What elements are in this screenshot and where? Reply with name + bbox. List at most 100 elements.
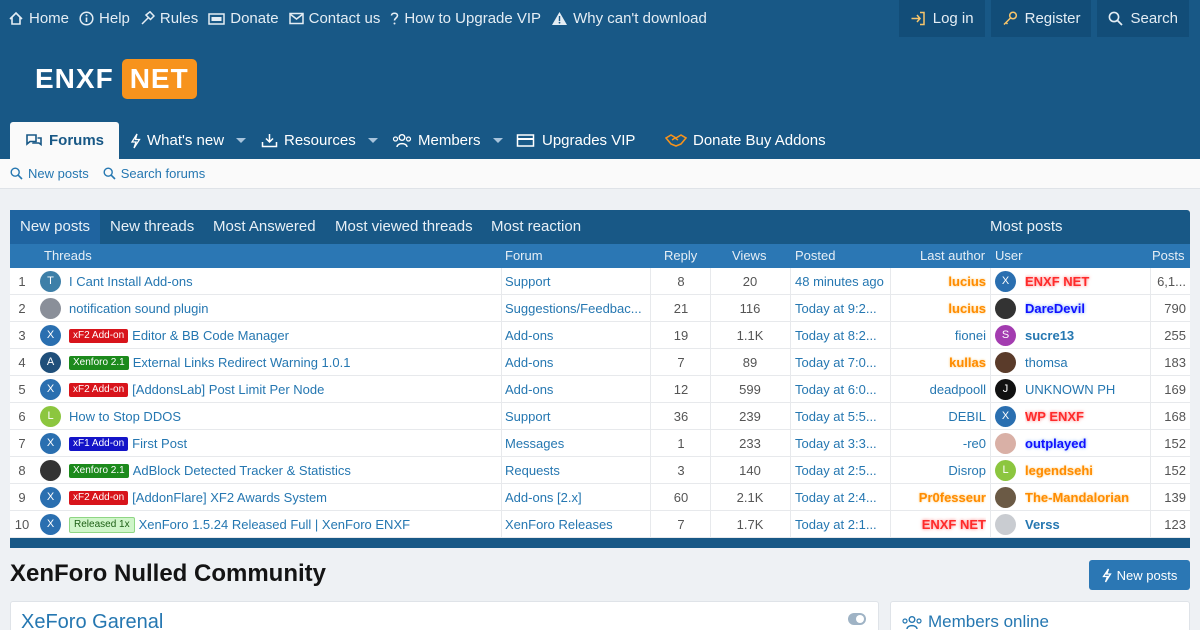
nav-tab-whats-new[interactable]: What's new [130, 122, 247, 159]
user-avatar-letter[interactable]: L [995, 460, 1016, 481]
nav-tab-upgrades-vip[interactable]: Upgrades VIP [516, 122, 635, 159]
collapse-toggle-icon[interactable] [848, 613, 866, 625]
search-button[interactable]: Search [1097, 0, 1189, 37]
user-avatar-xf-logo[interactable]: X [995, 271, 1016, 292]
forum-link[interactable]: Support [505, 403, 645, 430]
tab-new-posts[interactable]: New posts [10, 210, 101, 244]
subnav-search-forums[interactable]: Search forums [103, 166, 205, 181]
forum-link[interactable]: Messages [505, 430, 645, 457]
forum-link[interactable]: Requests [505, 457, 645, 484]
user-link[interactable]: thomsa [1025, 349, 1155, 376]
tab-most-posts[interactable]: Most posts [990, 210, 1063, 244]
thread-avatar-xf-logo[interactable]: X [40, 433, 61, 454]
topbar-why-cant-download-link[interactable]: Why can't download [551, 10, 707, 27]
posted-time[interactable]: Today at 6:0... [795, 376, 887, 403]
user-link[interactable]: DareDevil [1025, 295, 1155, 322]
forum-link[interactable]: Add-ons [2.x] [505, 484, 645, 511]
register-button[interactable]: Register [990, 0, 1092, 37]
thread-avatar-photo[interactable] [40, 298, 61, 319]
user-avatar-photo[interactable] [995, 298, 1016, 319]
user-avatar-photo[interactable] [995, 514, 1016, 535]
user-link[interactable]: sucre13 [1025, 322, 1155, 349]
forum-link[interactable]: XenForo Releases [505, 511, 645, 538]
thread-avatar-xf-logo[interactable]: X [40, 487, 61, 508]
posted-time[interactable]: Today at 9:2... [795, 295, 887, 322]
thread-avatar[interactable]: A [40, 352, 61, 373]
user-link[interactable]: ENXF NET [1025, 268, 1155, 295]
thread-title-link[interactable]: I Cant Install Add-ons [69, 268, 501, 295]
posted-time[interactable]: Today at 3:3... [795, 430, 887, 457]
posted-time[interactable]: Today at 5:5... [795, 403, 887, 430]
forum-link[interactable]: Suggestions/Feedbac... [505, 295, 645, 322]
last-author-link[interactable]: ENXF NET [890, 511, 986, 538]
last-author-link[interactable]: lucius [890, 268, 986, 295]
thread-title-link[interactable]: xF2 Add-on Editor & BB Code Manager [69, 322, 501, 349]
last-author-link[interactable]: DEBIL [890, 403, 986, 430]
user-link[interactable]: Verss [1025, 511, 1155, 538]
user-link[interactable]: UNKNOWN PH [1025, 376, 1155, 403]
thread-avatar-xf-logo[interactable]: X [40, 325, 61, 346]
nav-tab-resources[interactable]: Resources [261, 122, 378, 159]
topbar-contact-link[interactable]: Contact us [288, 10, 380, 27]
nav-tab-forums[interactable]: Forums [10, 122, 120, 159]
thread-title-link[interactable]: xF2 Add-on [AddonFlare] XF2 Awards System [69, 484, 501, 511]
nav-tab-donate-buy-addons[interactable]: Donate Buy Addons [665, 122, 826, 159]
tab-most-reaction[interactable]: Most reaction [491, 210, 581, 244]
login-button[interactable]: Log in [898, 0, 985, 37]
user-avatar-photo[interactable] [995, 433, 1016, 454]
topbar-home-link[interactable]: Home [8, 10, 69, 27]
last-author-link[interactable]: Pr0fesseur [890, 484, 986, 511]
thread-title-link[interactable]: notification sound plugin [69, 295, 501, 322]
forum-link[interactable]: Support [505, 268, 645, 295]
chevron-down-icon[interactable] [492, 138, 503, 143]
posted-time[interactable]: Today at 2:1... [795, 511, 887, 538]
topbar-upgrade-vip-link[interactable]: How to Upgrade VIP [390, 10, 541, 27]
user-link[interactable]: The-Mandalorian [1025, 484, 1155, 511]
subnav-new-posts[interactable]: New posts [10, 166, 89, 181]
nav-tab-members[interactable]: Members [392, 122, 503, 159]
new-posts-button[interactable]: New posts [1089, 560, 1190, 590]
thread-avatar-photo[interactable] [40, 460, 61, 481]
posted-time[interactable]: 48 minutes ago [795, 268, 887, 295]
forum-link[interactable]: Add-ons [505, 376, 645, 403]
user-avatar-xf-logo[interactable]: X [995, 406, 1016, 427]
thread-avatar-xf-logo[interactable]: X [40, 379, 61, 400]
last-author-link[interactable]: Disrop [890, 457, 986, 484]
thread-title-link[interactable]: Xenforo 2.1 AdBlock Detected Tracker & St… [69, 457, 501, 484]
last-author-link[interactable]: lucius [890, 295, 986, 322]
thread-title-link[interactable]: Released 1x XenForo 1.5.24 Released Full … [69, 511, 501, 538]
last-author-link[interactable]: fionei [890, 322, 986, 349]
last-author-link[interactable]: -re0 [890, 430, 986, 457]
posted-time[interactable]: Today at 2:5... [795, 457, 887, 484]
site-logo[interactable]: ENXF NET [35, 57, 197, 100]
user-link[interactable]: WP ENXF [1025, 403, 1155, 430]
posted-time[interactable]: Today at 8:2... [795, 322, 887, 349]
thread-title-link[interactable]: Xenforo 2.1 External Links Redirect Warni… [69, 349, 501, 376]
thread-title-link[interactable]: xF2 Add-on [AddonsLab] Post Limit Per Nod… [69, 376, 501, 403]
user-avatar-letter[interactable]: J [995, 379, 1016, 400]
last-author-link[interactable]: deadpooll [890, 376, 986, 403]
user-avatar-letter[interactable]: S [995, 325, 1016, 346]
user-avatar-photo[interactable] [995, 352, 1016, 373]
tab-most-viewed-threads[interactable]: Most viewed threads [335, 210, 473, 244]
category-title-link[interactable]: XeForo Garenal [21, 611, 163, 630]
tab-most-answered[interactable]: Most Answered [213, 210, 316, 244]
members-online-link[interactable]: Members online [901, 612, 1049, 630]
last-author-link[interactable]: kullas [890, 349, 986, 376]
user-avatar-photo[interactable] [995, 487, 1016, 508]
tab-new-threads[interactable]: New threads [110, 210, 194, 244]
topbar-help-link[interactable]: Help [79, 10, 130, 27]
thread-avatar-xf-logo[interactable]: X [40, 514, 61, 535]
topbar-donate-link[interactable]: Donate [208, 10, 279, 27]
posted-time[interactable]: Today at 7:0... [795, 349, 887, 376]
user-link[interactable]: outplayed [1025, 430, 1155, 457]
thread-avatar[interactable]: L [40, 406, 61, 427]
forum-link[interactable]: Add-ons [505, 322, 645, 349]
user-link[interactable]: legendsehi [1025, 457, 1155, 484]
forum-link[interactable]: Add-ons [505, 349, 645, 376]
thread-avatar[interactable]: T [40, 271, 61, 292]
chevron-down-icon[interactable] [367, 138, 378, 143]
thread-title-link[interactable]: xF1 Add-on First Post [69, 430, 501, 457]
chevron-down-icon[interactable] [236, 138, 247, 143]
posted-time[interactable]: Today at 2:4... [795, 484, 887, 511]
